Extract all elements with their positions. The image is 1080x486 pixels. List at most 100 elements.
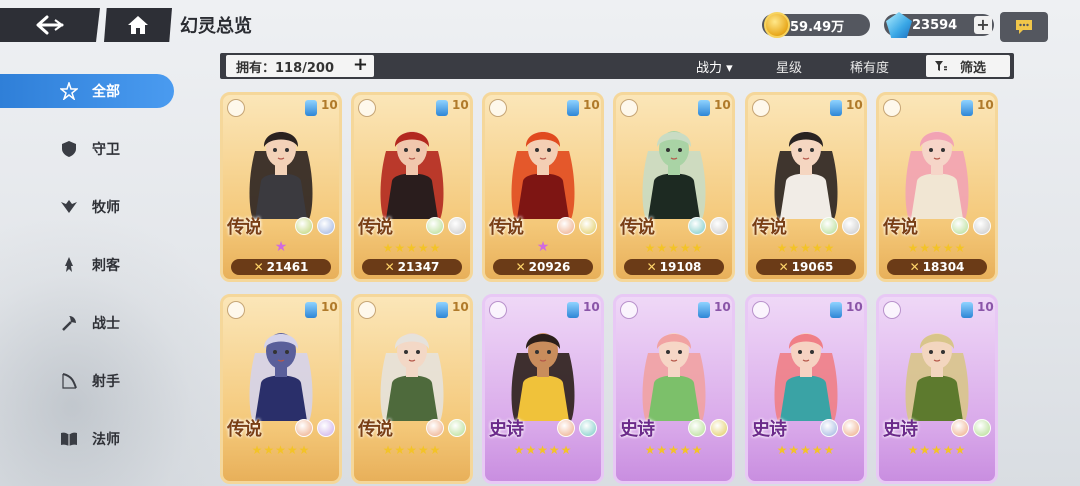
character-card[interactable]: 10 传说 ★★★★★ ✕ 19065 [745,92,867,282]
class-badge-icon [620,301,638,319]
sidebar-item-label: 射手 [92,374,120,390]
class-badge-icon [358,301,376,319]
back-arrow-icon [36,15,64,35]
character-card[interactable]: 10 传说 ★★★★★ ✕ 21347 [351,92,473,282]
power-value: 19108 [659,260,702,274]
element-icon [295,217,313,235]
sidebar-item-mage[interactable]: 法师 [0,422,174,456]
book-icon [61,432,77,446]
crossed-swords-icon: ✕ [384,260,395,274]
sidebar-item-priest[interactable]: 牧师 [0,190,174,224]
element-icon [426,217,444,235]
character-card[interactable]: 10 史诗 ★★★★★ [876,294,998,484]
add-gems-button[interactable]: + [974,16,992,34]
rarity-label: 传说 [358,419,393,440]
element-icon [688,217,706,235]
chat-button[interactable] [1000,12,1048,42]
sidebar-item-assassin[interactable]: 刺客 [0,248,174,282]
rarity-label: 传说 [752,217,787,238]
sidebar-item-label: 战士 [92,316,120,332]
sidebar-item-guard[interactable]: 守卫 [0,132,174,166]
character-card[interactable]: 10 史诗 ★★★★★ [613,294,735,484]
sidebar-item-label: 牧师 [92,200,120,216]
class-badge-icon [752,99,770,117]
power-value: 21461 [266,260,309,274]
element-icon [426,419,444,437]
character-card[interactable]: 10 传说 ★★★★★ [351,294,473,484]
character-card[interactable]: 10 史诗 ★★★★★ [745,294,867,484]
gem-currency: 23594 + [884,12,994,38]
home-button[interactable] [104,8,172,42]
sidebar-item-label: 守卫 [92,142,120,158]
card-level: 10 [583,98,600,112]
card-level: 10 [321,300,338,314]
level-gem-icon [961,100,973,116]
level-gem-icon [436,100,448,116]
level-gem-icon [305,100,317,116]
card-level: 10 [977,300,994,314]
expand-capacity-button[interactable]: + [353,54,368,75]
class-badge-icon [489,99,507,117]
character-card[interactable]: 10 传说 ★★★★★ ✕ 19108 [613,92,735,282]
crossed-swords-icon: ✕ [778,260,789,274]
star-rating: ★★★★★ [644,443,704,457]
star-rating: ★★★★★ [513,443,573,457]
card-level: 10 [583,300,600,314]
character-card[interactable]: 10 传说 ★ ✕ 21461 [220,92,342,282]
character-portrait [642,333,706,421]
level-gem-icon [567,100,579,116]
character-portrait [380,333,444,421]
class-badge-icon [883,99,901,117]
owned-count-label: 拥有：118/200 [236,60,335,76]
element-icon [317,217,335,235]
shield-icon [62,141,76,157]
power-value: 19065 [791,260,834,274]
power-value: 20926 [528,260,571,274]
sidebar-item-label: 刺客 [92,258,120,274]
element-icon [842,419,860,437]
rarity-label: 传说 [883,217,918,238]
rarity-label: 传说 [489,217,524,238]
power-badge: ✕ 21347 [362,259,462,275]
home-icon [128,16,148,34]
filter-button[interactable]: 筛选 [926,55,1010,77]
character-card[interactable]: 10 传说 ★★★★★ ✕ 18304 [876,92,998,282]
character-card[interactable]: 10 传说 ★★★★★ [220,294,342,484]
sort-by-rarity[interactable]: 稀有度 [850,57,889,76]
sidebar-item-all[interactable]: 全部 [0,74,174,108]
rarity-label: 传说 [358,217,393,238]
rarity-label: 传说 [227,217,262,238]
card-level: 10 [321,98,338,112]
card-level: 10 [846,300,863,314]
filter-funnel-icon [935,61,947,71]
top-bar: 幻灵总览 59.49万 23594 + [0,0,1080,44]
character-portrait [511,333,575,421]
card-level: 10 [714,98,731,112]
back-button[interactable] [0,8,100,42]
rarity-label: 史诗 [752,419,787,440]
character-card[interactable]: 10 史诗 ★★★★★ [482,294,604,484]
element-icon [688,419,706,437]
star-rating: ★ [274,239,288,255]
level-gem-icon [961,302,973,318]
sort-by-star[interactable]: 星级 [776,57,802,76]
element-icon [448,217,466,235]
element-icon [317,419,335,437]
class-badge-icon [489,301,507,319]
sort-by-power[interactable]: 战力 ▾ [696,57,733,76]
sidebar-item-warrior[interactable]: 战士 [0,306,174,340]
character-card[interactable]: 10 传说 ★ ✕ 20926 [482,92,604,282]
class-badge-icon [227,99,245,117]
element-icon [710,419,728,437]
gold-amount: 59.49万 [790,19,845,35]
character-portrait [774,333,838,421]
level-gem-icon [567,302,579,318]
sidebar-item-archer[interactable]: 射手 [0,364,174,398]
level-gem-icon [830,100,842,116]
level-gem-icon [305,302,317,318]
page-title: 幻灵总览 [180,16,252,37]
card-level: 10 [977,98,994,112]
character-portrait [380,131,444,219]
sidebar-item-label: 全部 [92,84,120,100]
star-rating: ★★★★★ [776,443,836,457]
